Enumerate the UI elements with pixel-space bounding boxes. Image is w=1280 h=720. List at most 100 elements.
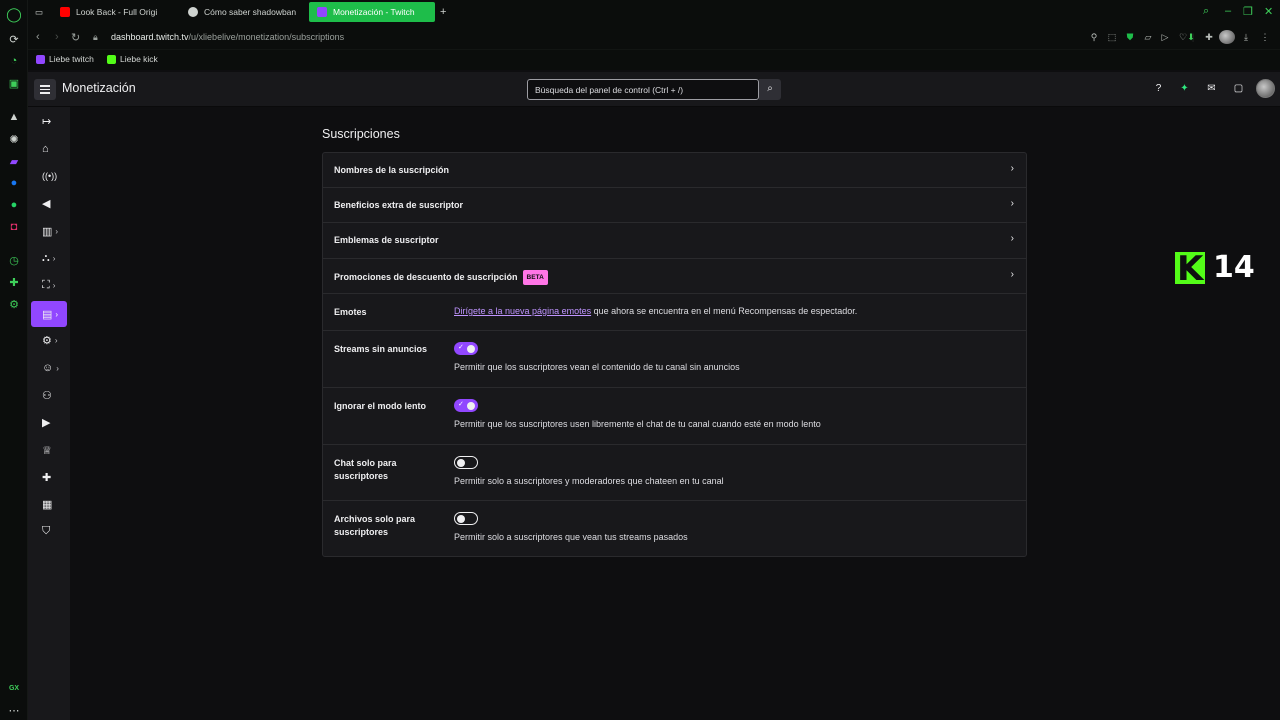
youtube-icon: [60, 7, 70, 17]
analytics-icon[interactable]: ▥ ›: [31, 218, 67, 244]
extensions-icon[interactable]: ✚: [6, 274, 22, 290]
tab-label: Monetización - Twitch: [333, 7, 415, 17]
twitch-icon[interactable]: ▰: [6, 153, 22, 169]
kick-count: 14: [1213, 250, 1255, 285]
pin-icon[interactable]: ⚲: [1089, 32, 1099, 42]
inbox-icon[interactable]: ✉: [1205, 82, 1218, 95]
setting-row-ad-free: Streams sin anuncios ✓ Permitir que los …: [323, 331, 1026, 388]
more-icon[interactable]: ⋯: [6, 702, 22, 718]
profile-avatar[interactable]: [1219, 30, 1235, 44]
tab-bar: ▭ Look Back - Full Origi Cómo saber shad…: [28, 0, 1280, 26]
bookmarks-bar: Liebe twitch Liebe kick: [28, 50, 1280, 70]
beta-badge: BETA: [522, 270, 548, 285]
search-button[interactable]: ⌕: [759, 79, 781, 100]
address-bar: ‹ › ↻ 🔒︎ dashboard.twitch.tv/u/xliebeliv…: [28, 26, 1280, 50]
whispers-icon[interactable]: ▢: [1232, 82, 1245, 95]
aria-icon[interactable]: ▲: [6, 109, 22, 125]
restore-icon[interactable]: ❐: [1243, 5, 1253, 18]
setting-description: Permitir que los suscriptores usen libre…: [454, 419, 821, 429]
instagram-icon[interactable]: ◘: [6, 219, 22, 235]
reload-icon[interactable]: ↻: [71, 31, 80, 44]
setting-row-slow-mode: Ignorar el modo lento ✓ Permitir que los…: [323, 388, 1026, 445]
adblock-shield-icon[interactable]: ⛊: [1125, 32, 1135, 42]
bookmark-liebe-twitch[interactable]: Liebe twitch: [36, 54, 94, 64]
emotes-link[interactable]: Dirígete a la nueva página emotes: [454, 306, 591, 316]
setting-description: Permitir que los suscriptores vean el co…: [454, 362, 740, 372]
download-ext-icon[interactable]: ⬇: [1186, 32, 1196, 42]
new-tab-button[interactable]: +: [436, 2, 454, 22]
page-title: Monetización: [62, 81, 136, 95]
nav-row-extra-benefits[interactable]: Beneficios extra de suscriptor ›: [323, 188, 1026, 223]
gx-label[interactable]: GX: [6, 680, 22, 696]
opera-gx-logo-icon[interactable]: ◯: [6, 6, 22, 22]
tab-youtube[interactable]: Look Back - Full Origi: [52, 2, 176, 22]
sub-only-vods-toggle[interactable]: [454, 512, 478, 525]
subscriptions-panel: Nombres de la suscripción › Beneficios e…: [322, 152, 1027, 557]
tab-shadowban[interactable]: Cómo saber shadowban: [180, 2, 305, 22]
emotes-row: Emotes Dirígete a la nueva página emotes…: [323, 294, 1026, 331]
play-icon[interactable]: ▷: [1160, 32, 1170, 42]
learn-book-icon[interactable]: ▦: [31, 491, 67, 517]
minimize-icon[interactable]: ‒: [1225, 5, 1231, 17]
chevron-right-icon: ›: [1010, 198, 1014, 209]
bookmark-label: Liebe kick: [120, 54, 158, 64]
bookmark-liebe-kick[interactable]: Liebe kick: [107, 54, 158, 64]
creator-tools-icon[interactable]: ✦: [1178, 82, 1191, 95]
menu-toggle-button[interactable]: [34, 79, 56, 100]
chevron-right-icon: ›: [1010, 233, 1014, 244]
content-icon[interactable]: ⛶ ›: [31, 272, 67, 298]
tab-overview-icon[interactable]: ▭: [30, 2, 52, 22]
forward-icon[interactable]: ›: [55, 31, 59, 43]
stream-manager-icon[interactable]: ((•)): [31, 163, 67, 189]
close-window-icon[interactable]: ✕: [1264, 5, 1273, 18]
chatgpt-icon[interactable]: ✺: [6, 131, 22, 147]
viewer-rewards-icon[interactable]: ☺ ›: [31, 355, 67, 381]
gx-corner-icon[interactable]: ▣: [6, 75, 22, 91]
add-user-icon[interactable]: ⚇: [31, 382, 67, 408]
downloads-icon[interactable]: ⤓: [1241, 32, 1251, 42]
menu-dots-icon[interactable]: ⋮: [1260, 32, 1270, 42]
bookmark-label: Liebe twitch: [49, 54, 94, 64]
row-label: Emotes: [334, 307, 367, 317]
settings-icon[interactable]: ⚙: [6, 296, 22, 312]
home-icon[interactable]: ⌂: [31, 136, 67, 162]
video-icon[interactable]: ▶: [31, 409, 67, 435]
wallet-icon[interactable]: ▱: [1143, 32, 1153, 42]
row-label: Nombres de la suscripción: [334, 165, 450, 175]
promotions-icon[interactable]: ◀: [31, 190, 67, 216]
nav-row-badges[interactable]: Emblemas de suscriptor ›: [323, 223, 1026, 259]
check-icon: ✓: [458, 401, 464, 408]
safety-shield-icon[interactable]: ⛉: [31, 518, 67, 544]
community-icon[interactable]: ⛬ ›: [31, 245, 67, 271]
help-icon[interactable]: ?: [1152, 82, 1165, 95]
user-avatar[interactable]: [1256, 79, 1275, 98]
search-tabs-icon[interactable]: ⌕: [1203, 5, 1209, 18]
collapse-nav-icon[interactable]: ↦: [31, 108, 67, 134]
snapshot-icon[interactable]: ⬚: [1107, 32, 1117, 42]
tab-monetizacion[interactable]: Monetización - Twitch: [309, 2, 435, 22]
achievements-icon[interactable]: ♕: [31, 437, 67, 463]
monetization-icon[interactable]: ▤ ›: [31, 301, 67, 327]
messenger-icon[interactable]: ●: [6, 175, 22, 191]
whatsapp-icon[interactable]: ●: [6, 197, 22, 213]
row-label: Beneficios extra de suscriptor: [334, 200, 464, 210]
setting-label: Ignorar el modo lento: [334, 401, 427, 411]
kick-icon: [107, 54, 116, 64]
lock-icon: 🔒︎: [93, 32, 98, 42]
ad-free-toggle[interactable]: ✓: [454, 342, 478, 355]
history-icon[interactable]: ◷: [6, 252, 22, 268]
sub-only-chat-toggle[interactable]: [454, 456, 478, 469]
nav-row-subscription-names[interactable]: Nombres de la suscripción ›: [323, 153, 1026, 188]
puzzle-extensions-icon[interactable]: ✚: [1204, 32, 1214, 42]
setting-row-sub-only-chat: Chat solo para suscriptores Permitir sol…: [323, 445, 1026, 501]
speed-dial-icon[interactable]: ◔: [6, 53, 22, 69]
tab-label: Look Back - Full Origi: [76, 7, 158, 17]
search-input[interactable]: Búsqueda del panel de control (Ctrl + /): [527, 79, 759, 100]
settings-icon[interactable]: ⚙ ›: [31, 327, 67, 353]
nav-row-discount-promotions[interactable]: Promociones de descuento de suscripción B…: [323, 259, 1026, 294]
refresh-sync-icon[interactable]: ⟳: [6, 31, 22, 47]
slow-mode-toggle[interactable]: ✓: [454, 399, 478, 412]
extensions-icon[interactable]: ✚: [31, 464, 67, 490]
back-icon[interactable]: ‹: [36, 31, 40, 43]
url-field[interactable]: dashboard.twitch.tv/u/xliebelive/monetiz…: [111, 32, 344, 42]
